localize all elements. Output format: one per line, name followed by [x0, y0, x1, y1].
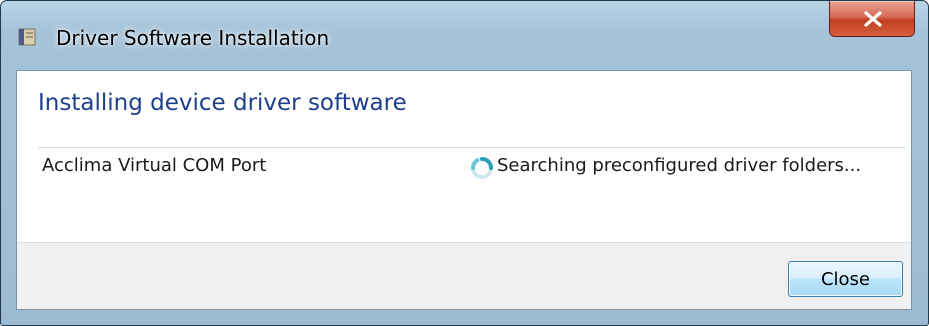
- driver-installation-window: Driver Software Installation Installing …: [0, 0, 929, 326]
- device-name: Acclima Virtual COM Port: [42, 155, 267, 176]
- busy-spinner-icon: [470, 156, 494, 180]
- dialog-footer: Close: [17, 242, 911, 309]
- driver-installer-icon: [16, 27, 38, 47]
- close-button[interactable]: Close: [788, 261, 903, 297]
- window-close-button[interactable]: [829, 1, 915, 37]
- window-title: Driver Software Installation: [56, 26, 330, 50]
- device-status: Searching preconfigured driver folders..…: [497, 155, 862, 176]
- title-bar[interactable]: Driver Software Installation: [1, 1, 928, 59]
- page-title: Installing device driver software: [38, 90, 407, 116]
- dialog-content: Installing device driver software Acclim…: [16, 70, 912, 310]
- divider: [38, 147, 906, 148]
